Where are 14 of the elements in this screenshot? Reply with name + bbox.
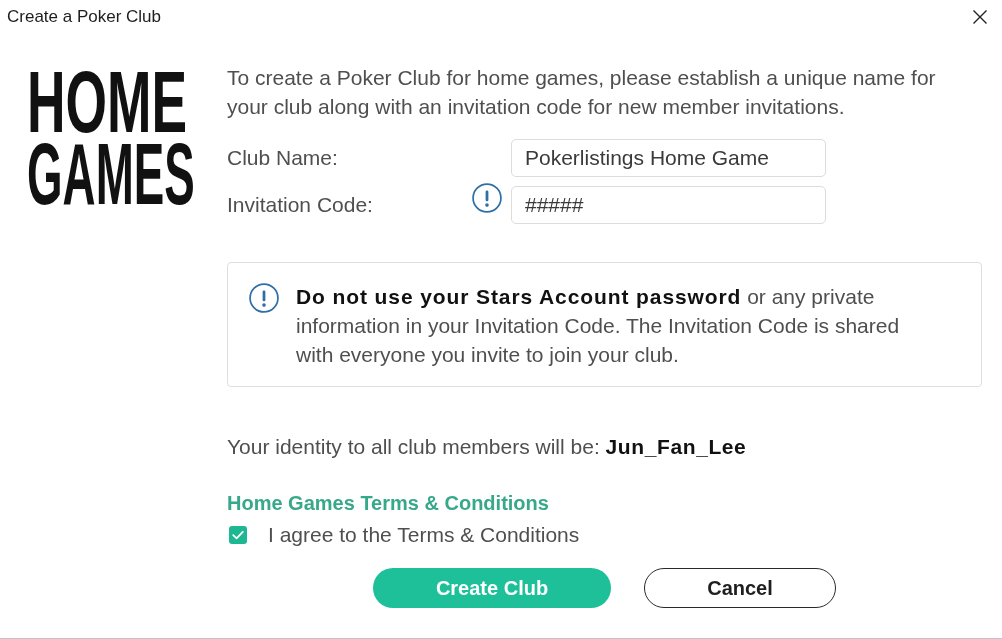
- window-title: Create a Poker Club: [7, 6, 162, 27]
- input-field[interactable]: #####: [511, 186, 826, 224]
- close-icon[interactable]: [972, 8, 988, 25]
- identity-text: Your identity to all club members will be: Jun_Fan_Lee: [227, 434, 748, 460]
- input-field[interactable]: Pokerlistings Home Game: [511, 139, 826, 177]
- home-games-logo: HOME GAMES: [27, 66, 195, 210]
- intro-text: To create a Poker Club for home games, please establish a unique name for your club along with an invitation code for new member invitations.: [227, 65, 937, 120]
- info-icon: [249, 283, 279, 313]
- checkbox[interactable]: [229, 525, 247, 544]
- field-label: Club Name:: [227, 146, 339, 170]
- cancel-button[interactable]: Cancel: [644, 568, 836, 608]
- checkbox-label: I agree to the Terms & Conditions: [268, 522, 580, 547]
- warning-text: Do not use your Stars Account password or any private information in your Invitation Code. The Invitation Code is shared with everyone you invite to join your club.: [296, 284, 901, 368]
- field-label: Invitation Code:: [227, 193, 374, 217]
